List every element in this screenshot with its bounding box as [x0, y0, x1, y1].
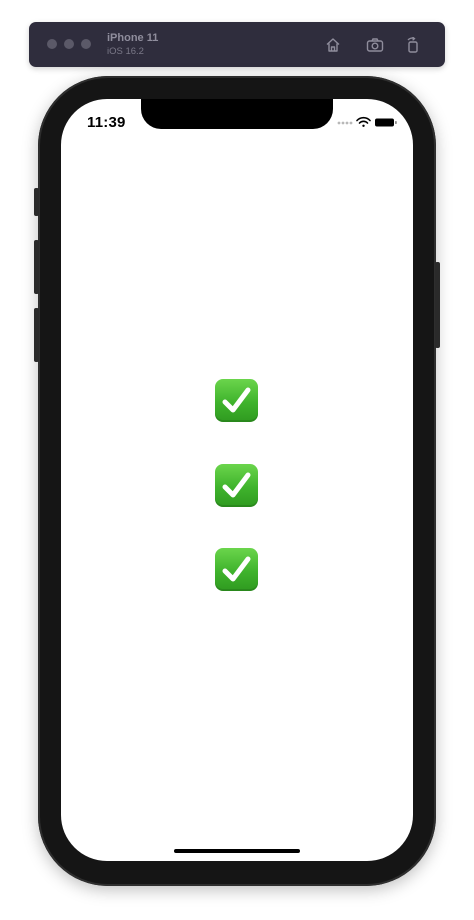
status-icons — [337, 116, 397, 127]
notch — [141, 99, 333, 129]
simulator-title-bar: iPhone 11 iOS 16.2 — [29, 22, 445, 67]
check-mark-button-icon — [215, 464, 258, 507]
home-button[interactable] — [321, 33, 345, 57]
device-name: iPhone 11 — [107, 32, 159, 44]
volume-down-button[interactable] — [34, 308, 39, 362]
power-button[interactable] — [435, 262, 440, 348]
check-mark-button-icon — [215, 548, 258, 591]
check-mark-button-icon — [215, 379, 258, 422]
minimize-window-button[interactable] — [64, 39, 74, 49]
close-window-button[interactable] — [47, 39, 57, 49]
volume-up-button[interactable] — [34, 240, 39, 294]
camera-icon — [366, 38, 384, 52]
device-screen: 11:39 — [61, 99, 413, 861]
simulator-window: iPhone 11 iOS 16.2 11:39 — [0, 0, 474, 920]
os-version: iOS 16.2 — [107, 46, 144, 57]
cellular-dots-icon — [337, 121, 353, 125]
home-icon — [326, 38, 340, 52]
rotate-button[interactable] — [401, 33, 425, 57]
home-indicator[interactable] — [174, 849, 300, 853]
screenshot-button[interactable] — [363, 33, 387, 57]
status-time: 11:39 — [87, 114, 126, 131]
rotate-icon — [407, 37, 418, 53]
mute-switch[interactable] — [34, 188, 39, 216]
zoom-window-button[interactable] — [81, 39, 91, 49]
wifi-icon — [356, 116, 371, 127]
battery-icon — [375, 118, 397, 127]
